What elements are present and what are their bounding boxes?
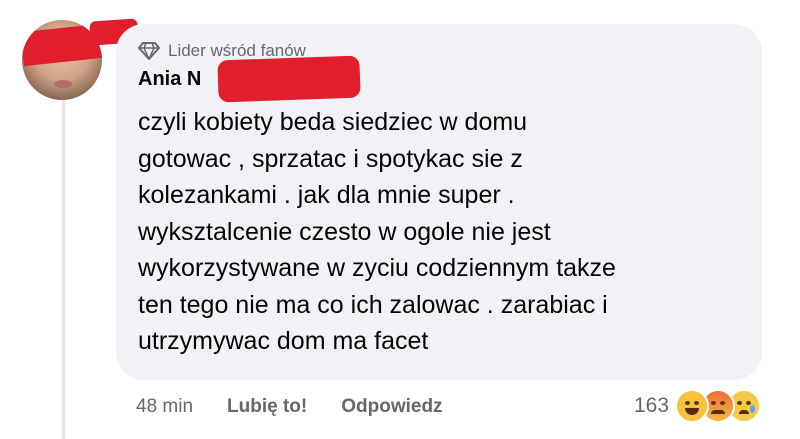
thread-line — [62, 100, 65, 439]
angry-eye — [711, 401, 717, 405]
angry-mouth — [711, 410, 726, 414]
sad-eye — [737, 401, 743, 405]
comment-timestamp[interactable]: 48 min — [136, 396, 193, 418]
sad-eye — [746, 401, 752, 405]
reaction-count: 163 — [634, 394, 670, 417]
diamond-icon — [138, 42, 160, 60]
comment-text: czyli kobiety beda siedziec w domu gotow… — [138, 108, 616, 355]
haha-emoji-icon — [675, 389, 710, 423]
reply-button[interactable]: Odpowiedz — [341, 396, 442, 418]
avatar-mouth — [54, 80, 72, 88]
haha-eye — [694, 401, 700, 405]
sad-mouth — [739, 410, 750, 414]
sad-tear — [750, 405, 756, 413]
angry-eye — [720, 401, 726, 405]
reactions-summary[interactable]: 163 — [634, 389, 762, 423]
haha-eye — [685, 401, 691, 405]
name-redaction — [217, 55, 361, 103]
comment-footer: 48 min Lubię to! Odpowiedz — [136, 392, 477, 422]
haha-mouth — [685, 408, 700, 415]
like-button[interactable]: Lubię to! — [227, 396, 307, 418]
author-name[interactable]: Ania N — [138, 68, 201, 91]
